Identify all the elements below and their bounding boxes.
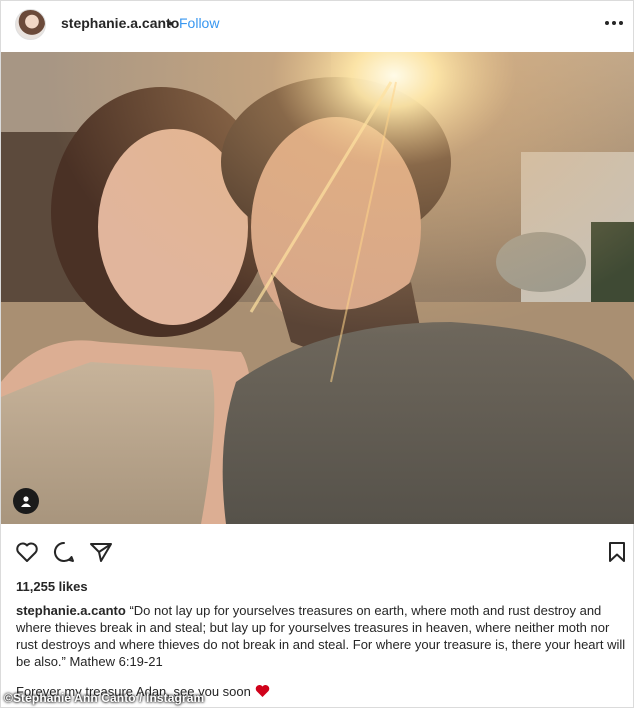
header-username[interactable]: stephanie.a.canto (61, 15, 179, 31)
photo-image (1, 52, 634, 524)
header-separator: • (168, 15, 173, 31)
comment-icon[interactable] (51, 539, 77, 565)
red-heart-icon (255, 684, 270, 701)
paper-plane-icon[interactable] (88, 539, 114, 565)
action-bar (1, 539, 634, 567)
photo-credit: ©Stephanie Ann Canto / Instagram (4, 691, 205, 705)
more-horizontal-icon[interactable] (605, 13, 627, 33)
caption-username[interactable]: stephanie.a.canto (16, 603, 126, 618)
instagram-post: stephanie.a.canto • Follow 11,255 likes … (0, 0, 634, 708)
post-photo[interactable] (1, 52, 634, 524)
avatar[interactable] (15, 9, 46, 40)
likes-count[interactable]: 11,255 likes (16, 579, 88, 594)
bookmark-icon[interactable] (604, 539, 630, 565)
heart-icon[interactable] (14, 539, 40, 565)
post-header: stephanie.a.canto • Follow (1, 1, 634, 51)
user-tag-icon[interactable] (13, 488, 39, 514)
follow-button[interactable]: Follow (179, 15, 219, 31)
caption: stephanie.a.canto “Do not lay up for you… (16, 602, 628, 670)
